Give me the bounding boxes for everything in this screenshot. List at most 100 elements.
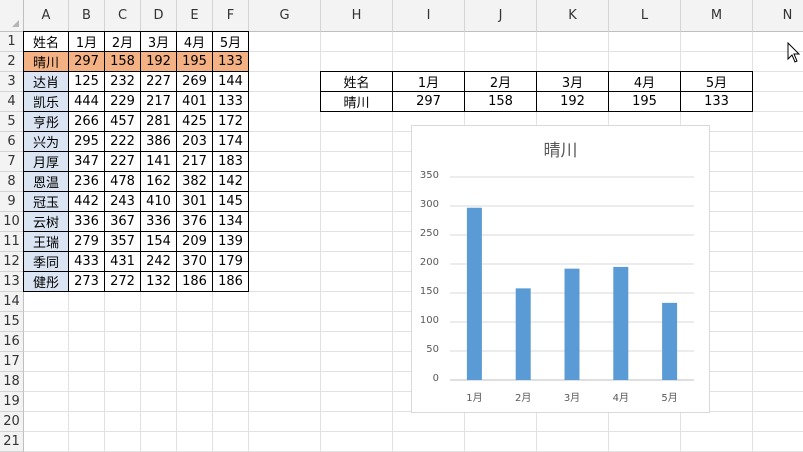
value-cell[interactable]: 272: [105, 272, 141, 292]
row-header-11[interactable]: 11: [0, 232, 24, 252]
value-cell[interactable]: 145: [213, 192, 249, 212]
select-all-corner[interactable]: [0, 0, 24, 32]
value-cell[interactable]: 139: [213, 232, 249, 252]
value-cell[interactable]: 125: [69, 72, 105, 92]
value-cell[interactable]: 357: [105, 232, 141, 252]
value-cell[interactable]: 154: [141, 232, 177, 252]
value-cell[interactable]: 295: [69, 132, 105, 152]
lookup-header-cell[interactable]: 姓名: [321, 72, 393, 92]
table-header-cell[interactable]: 2月: [105, 32, 141, 52]
lookup-header-cell[interactable]: 5月: [681, 72, 753, 92]
column-header-n[interactable]: N: [753, 0, 803, 32]
column-header-g[interactable]: G: [249, 0, 321, 32]
value-cell[interactable]: 133: [213, 92, 249, 112]
chart-bar[interactable]: [466, 207, 482, 380]
lookup-header-cell[interactable]: 3月: [537, 72, 609, 92]
value-cell[interactable]: 442: [69, 192, 105, 212]
chart-bar[interactable]: [662, 302, 678, 380]
value-cell[interactable]: 382: [177, 172, 213, 192]
column-header-f[interactable]: F: [213, 0, 249, 32]
row-header-21[interactable]: 21: [0, 432, 24, 452]
column-header-h[interactable]: H: [321, 0, 393, 32]
value-cell[interactable]: 370: [177, 252, 213, 272]
name-cell[interactable]: 达肖: [24, 72, 69, 92]
value-cell[interactable]: 142: [213, 172, 249, 192]
value-cell[interactable]: 478: [105, 172, 141, 192]
name-cell[interactable]: 王瑞: [24, 232, 69, 252]
row-header-3[interactable]: 3: [0, 72, 24, 92]
value-cell[interactable]: 376: [177, 212, 213, 232]
value-cell[interactable]: 172: [213, 112, 249, 132]
row-header-13[interactable]: 13: [0, 272, 24, 292]
row-header-1[interactable]: 1: [0, 32, 24, 52]
lookup-value-cell[interactable]: 133: [681, 92, 753, 112]
lookup-value-cell[interactable]: 晴川: [321, 92, 393, 112]
name-cell[interactable]: 亨彤: [24, 112, 69, 132]
table-header-cell[interactable]: 1月: [69, 32, 105, 52]
table-header-cell[interactable]: 5月: [213, 32, 249, 52]
value-cell[interactable]: 281: [141, 112, 177, 132]
value-cell[interactable]: 195: [177, 52, 213, 72]
value-cell[interactable]: 133: [213, 52, 249, 72]
name-cell[interactable]: 季同: [24, 252, 69, 272]
row-header-8[interactable]: 8: [0, 172, 24, 192]
column-header-k[interactable]: K: [537, 0, 609, 32]
column-header-j[interactable]: J: [465, 0, 537, 32]
value-cell[interactable]: 347: [69, 152, 105, 172]
value-cell[interactable]: 192: [141, 52, 177, 72]
value-cell[interactable]: 386: [141, 132, 177, 152]
value-cell[interactable]: 279: [69, 232, 105, 252]
column-header-c[interactable]: C: [105, 0, 141, 32]
column-header-e[interactable]: E: [177, 0, 213, 32]
row-header-12[interactable]: 12: [0, 252, 24, 272]
row-header-7[interactable]: 7: [0, 152, 24, 172]
row-header-14[interactable]: 14: [0, 292, 24, 312]
value-cell[interactable]: 336: [141, 212, 177, 232]
value-cell[interactable]: 179: [213, 252, 249, 272]
value-cell[interactable]: 141: [141, 152, 177, 172]
value-cell[interactable]: 217: [141, 92, 177, 112]
chart-bar[interactable]: [613, 266, 629, 380]
value-cell[interactable]: 162: [141, 172, 177, 192]
row-header-4[interactable]: 4: [0, 92, 24, 112]
row-header-10[interactable]: 10: [0, 212, 24, 232]
value-cell[interactable]: 297: [69, 52, 105, 72]
value-cell[interactable]: 367: [105, 212, 141, 232]
lookup-value-cell[interactable]: 195: [609, 92, 681, 112]
value-cell[interactable]: 410: [141, 192, 177, 212]
name-cell[interactable]: 凯乐: [24, 92, 69, 112]
name-cell[interactable]: 恩温: [24, 172, 69, 192]
lookup-value-cell[interactable]: 297: [393, 92, 465, 112]
table-header-cell[interactable]: 3月: [141, 32, 177, 52]
row-header-5[interactable]: 5: [0, 112, 24, 132]
table-header-cell[interactable]: 姓名: [24, 32, 69, 52]
name-cell[interactable]: 健彤: [24, 272, 69, 292]
column-header-b[interactable]: B: [69, 0, 105, 32]
value-cell[interactable]: 269: [177, 72, 213, 92]
value-cell[interactable]: 232: [105, 72, 141, 92]
value-cell[interactable]: 183: [213, 152, 249, 172]
value-cell[interactable]: 217: [177, 152, 213, 172]
value-cell[interactable]: 158: [105, 52, 141, 72]
chart-bar[interactable]: [515, 288, 531, 380]
lookup-header-cell[interactable]: 2月: [465, 72, 537, 92]
column-header-d[interactable]: D: [141, 0, 177, 32]
value-cell[interactable]: 174: [213, 132, 249, 152]
table-header-cell[interactable]: 4月: [177, 32, 213, 52]
value-cell[interactable]: 336: [69, 212, 105, 232]
name-cell[interactable]: 晴川: [24, 52, 69, 72]
value-cell[interactable]: 301: [177, 192, 213, 212]
lookup-value-cell[interactable]: 192: [537, 92, 609, 112]
value-cell[interactable]: 209: [177, 232, 213, 252]
row-header-2[interactable]: 2: [0, 52, 24, 72]
value-cell[interactable]: 134: [213, 212, 249, 232]
value-cell[interactable]: 425: [177, 112, 213, 132]
column-header-i[interactable]: I: [393, 0, 465, 32]
name-cell[interactable]: 月厚: [24, 152, 69, 172]
column-header-m[interactable]: M: [681, 0, 753, 32]
value-cell[interactable]: 144: [213, 72, 249, 92]
row-header-19[interactable]: 19: [0, 392, 24, 412]
column-header-a[interactable]: A: [24, 0, 69, 32]
value-cell[interactable]: 431: [105, 252, 141, 272]
value-cell[interactable]: 444: [69, 92, 105, 112]
